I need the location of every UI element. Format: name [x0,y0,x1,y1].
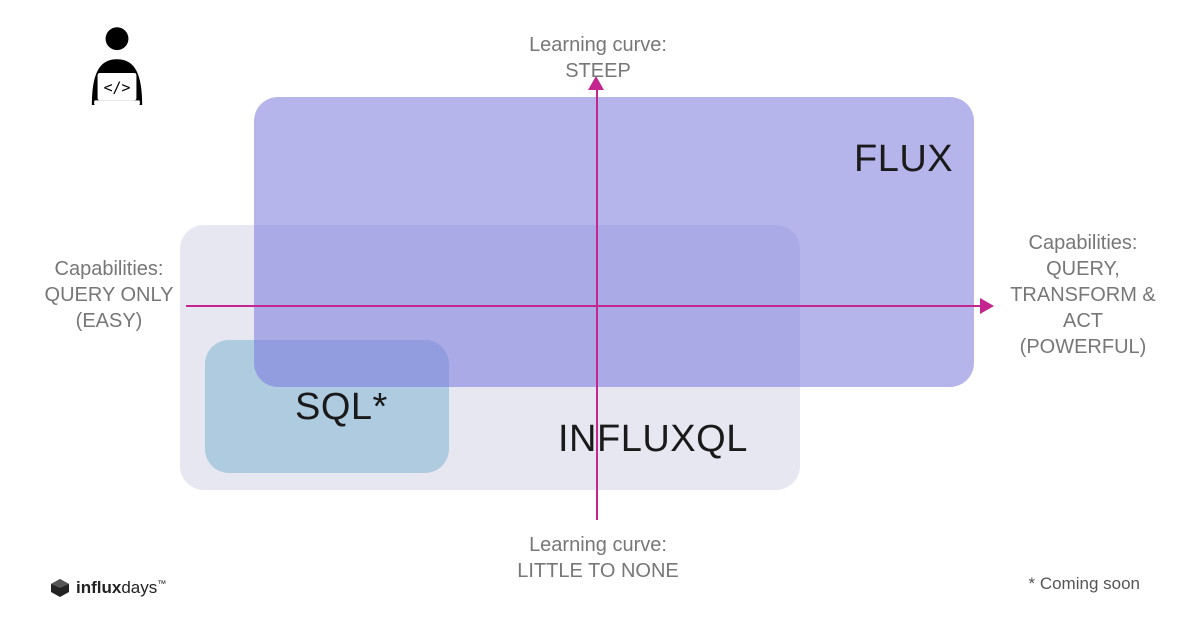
x-label-right: Capabilities: QUERY, TRANSFORM & ACT (PO… [998,230,1168,360]
diagram-stage: </> FLUX INFLUXQL SQL* Learning curve: S… [0,0,1200,628]
svg-text:</>: </> [104,78,131,96]
influxdays-logo: influxdays™ [50,578,166,598]
label-flux: FLUX [854,138,953,181]
footnote: * Coming soon [1028,574,1140,594]
x-label-left: Capabilities: QUERY ONLY (EASY) [30,256,188,334]
x-axis [186,305,982,307]
logo-mark-icon [50,578,70,598]
developer-icon: </> [78,25,156,110]
label-sql: SQL* [295,386,388,429]
logo-text: influxdays™ [76,578,166,598]
x-axis-arrow-right [980,298,994,314]
y-label-bottom: Learning curve: LITTLE TO NONE [498,532,698,584]
label-influxql: INFLUXQL [558,418,748,461]
y-label-top: Learning curve: STEEP [498,32,698,84]
